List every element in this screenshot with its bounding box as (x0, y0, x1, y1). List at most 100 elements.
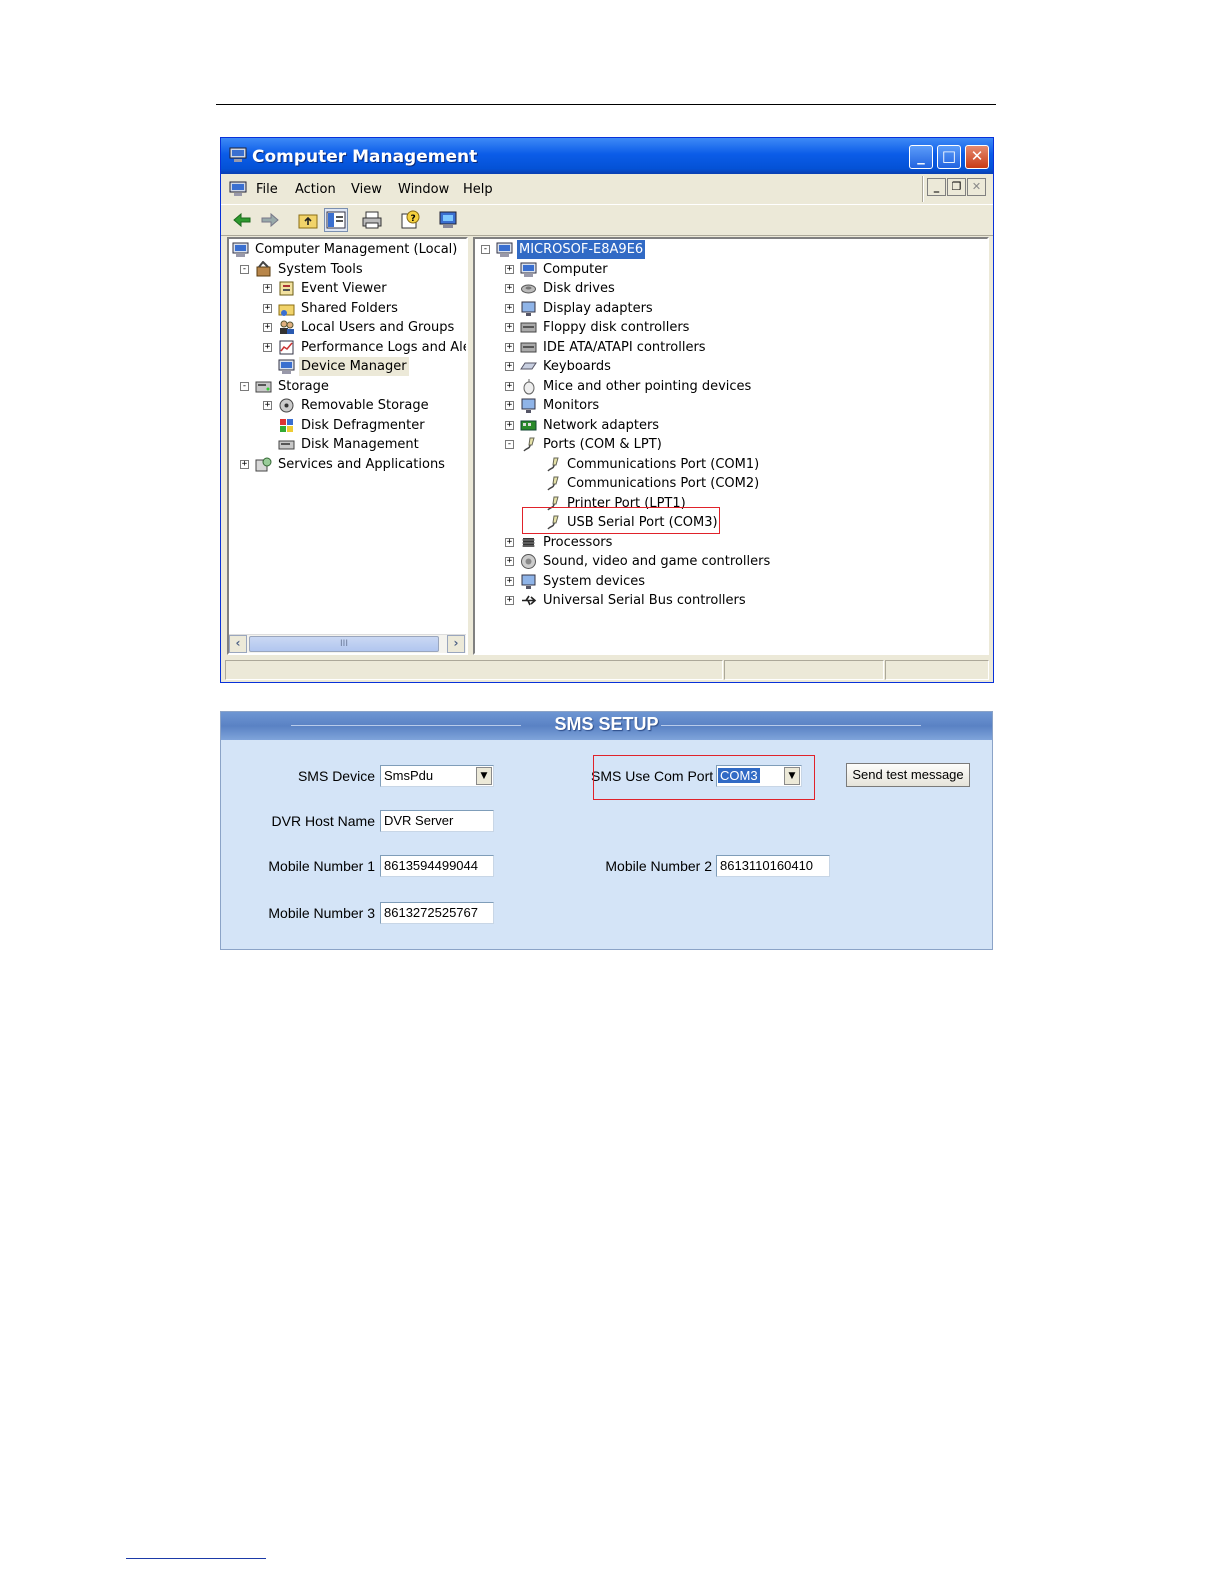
tree-item-shared-folders[interactable]: + Shared Folders (229, 299, 466, 318)
expand-icon[interactable]: + (505, 420, 514, 430)
mobile-number-3-input[interactable]: 8613272525767 (380, 902, 494, 924)
expand-icon[interactable]: + (240, 459, 249, 469)
tree-item-microsof-e8a9e6[interactable]: - MICROSOF-E8A9E6 (475, 240, 987, 259)
tree-item-computer-management-local[interactable]: Computer Management (Local) (229, 240, 466, 259)
tree-item-ide-ata-atapi-controllers[interactable]: + IDE ATA/ATAPI controllers (475, 338, 987, 357)
dvr-host-name-input[interactable]: DVR Server (380, 810, 494, 832)
tree-item-removable-storage[interactable]: + Removable Storage (229, 396, 466, 415)
tree-item-label: Display adapters (543, 300, 653, 316)
sms-device-select[interactable]: SmsPdu ▼ (380, 765, 494, 787)
menu-file[interactable]: File (256, 182, 278, 197)
tree-item-device-manager[interactable]: Device Manager (229, 357, 466, 376)
app-menu-icon[interactable] (229, 181, 247, 197)
print-icon[interactable] (361, 209, 383, 231)
status-segment-3 (885, 660, 989, 680)
collapse-icon[interactable]: - (481, 245, 490, 254)
expand-icon[interactable]: + (505, 284, 514, 293)
expand-icon[interactable]: + (505, 557, 514, 566)
device-tree-pane[interactable]: - MICROSOF-E8A9E6 + Computer + Disk drives + Di… (473, 237, 989, 655)
tree-item-sound-video-and-game-controllers[interactable]: + Sound, video and game controllers (475, 552, 987, 571)
expand-icon[interactable]: + (263, 401, 272, 410)
tree-item-communications-port-com2[interactable]: Communications Port (COM2) (475, 474, 987, 493)
tree-item-display-adapters[interactable]: + Display adapters (475, 299, 987, 318)
close-button[interactable]: ✕ (965, 145, 989, 169)
tree-item-universal-serial-bus-controllers[interactable]: + Universal Serial Bus controllers (475, 591, 987, 610)
expand-icon[interactable]: + (505, 323, 514, 332)
tree-item-computer[interactable]: + Computer (475, 260, 987, 279)
scroll-left-button[interactable]: ‹ (229, 635, 247, 653)
tree-item-monitors[interactable]: + Monitors (475, 396, 987, 415)
expand-icon[interactable]: + (505, 401, 514, 410)
tree-item-system-devices[interactable]: + System devices (475, 572, 987, 591)
menu-action[interactable]: Action (295, 182, 336, 197)
expand-icon[interactable]: + (263, 303, 272, 313)
tree-item-processors[interactable]: + Processors (475, 533, 987, 552)
tree-item-services-and-applications[interactable]: + Services and Applications (229, 455, 466, 474)
tree-item-disk-drives[interactable]: + Disk drives (475, 279, 987, 298)
tree-item-storage[interactable]: - Storage (229, 377, 466, 396)
back-arrow-icon[interactable] (231, 209, 253, 231)
svg-text:?: ? (411, 214, 416, 224)
storage-icon (255, 378, 272, 395)
performance-icon (278, 339, 295, 356)
expand-icon[interactable]: + (263, 323, 272, 332)
expand-icon[interactable]: + (263, 284, 272, 293)
mdi-minimize-button[interactable]: _ (927, 178, 946, 196)
tree-item-network-adapters[interactable]: + Network adapters (475, 416, 987, 435)
expand-icon[interactable]: + (263, 342, 272, 352)
tree-item-disk-defragmenter[interactable]: Disk Defragmenter (229, 416, 466, 435)
tree-item-label: Processors (543, 534, 613, 550)
expand-icon[interactable]: + (505, 362, 514, 371)
tree-item-label: Storage (278, 378, 329, 394)
horizontal-scrollbar[interactable]: ‹ III › (229, 634, 466, 653)
expand-icon[interactable]: + (505, 342, 514, 352)
up-folder-icon[interactable] (297, 209, 319, 231)
tree-item-label: Mice and other pointing devices (543, 378, 752, 394)
chevron-down-icon[interactable]: ▼ (476, 767, 492, 785)
tree-item-disk-management[interactable]: Disk Management (229, 435, 466, 454)
expand-icon[interactable]: + (505, 576, 514, 586)
tree-item-mice-and-other-pointing-devices[interactable]: + Mice and other pointing devices (475, 377, 987, 396)
expand-icon[interactable]: + (505, 264, 514, 274)
expand-icon[interactable]: + (505, 596, 514, 605)
mobile-number-2-input[interactable]: 8613110160410 (716, 855, 830, 877)
tree-item-event-viewer[interactable]: + Event Viewer (229, 279, 466, 298)
mdi-close-button[interactable]: ✕ (967, 178, 986, 196)
collapse-icon[interactable]: - (240, 264, 249, 274)
floppy-controller-icon (520, 319, 537, 336)
tree-item-label: Computer Management (Local) (255, 242, 458, 257)
menu-window[interactable]: Window (398, 182, 449, 197)
scroll-thumb[interactable]: III (249, 636, 439, 652)
tree-item-local-users-and-groups[interactable]: + Local Users and Groups (229, 318, 466, 337)
expand-icon[interactable]: + (505, 303, 514, 313)
defragmenter-icon (278, 417, 295, 434)
tree-item-ports-com-lpt[interactable]: - Ports (COM & LPT) (475, 435, 987, 454)
expand-icon[interactable]: + (505, 537, 514, 547)
system-devices-icon (520, 573, 537, 590)
menu-help[interactable]: Help (463, 182, 493, 197)
mouse-icon (520, 378, 537, 395)
properties-icon[interactable] (437, 209, 459, 231)
tree-item-system-tools[interactable]: - System Tools (229, 260, 466, 279)
console-tree-pane[interactable]: Computer Management (Local) - System Tools… (227, 237, 468, 655)
collapse-icon[interactable]: - (240, 381, 249, 391)
tree-item-communications-port-com1[interactable]: Communications Port (COM1) (475, 455, 987, 474)
tree-item-floppy-disk-controllers[interactable]: + Floppy disk controllers (475, 318, 987, 337)
minimize-button[interactable]: _ (909, 145, 933, 169)
help-icon[interactable]: ? (399, 209, 421, 231)
send-test-message-button[interactable]: Send test message (846, 763, 970, 787)
collapse-icon[interactable]: - (505, 440, 514, 449)
device-manager-icon (278, 358, 295, 375)
mobile-number-1-input[interactable]: 8613594499044 (380, 855, 494, 877)
menu-view[interactable]: View (351, 182, 382, 197)
mdi-restore-button[interactable]: ❐ (947, 178, 966, 196)
scroll-right-button[interactable]: › (447, 635, 465, 653)
expand-icon[interactable]: + (505, 381, 514, 391)
sms-setup-panel: SMS SETUP SMS Device SmsPdu ▼ SMS Use Co… (220, 711, 993, 950)
tree-item-keyboards[interactable]: + Keyboards (475, 357, 987, 376)
title-bar[interactable]: Computer Management _ □ ✕ (221, 138, 993, 174)
show-hide-tree-icon[interactable] (324, 208, 348, 232)
forward-arrow-icon[interactable] (259, 209, 281, 231)
maximize-button[interactable]: □ (937, 145, 961, 169)
tree-item-performance-logs-and-alerts[interactable]: + Performance Logs and Alerts (229, 338, 466, 357)
